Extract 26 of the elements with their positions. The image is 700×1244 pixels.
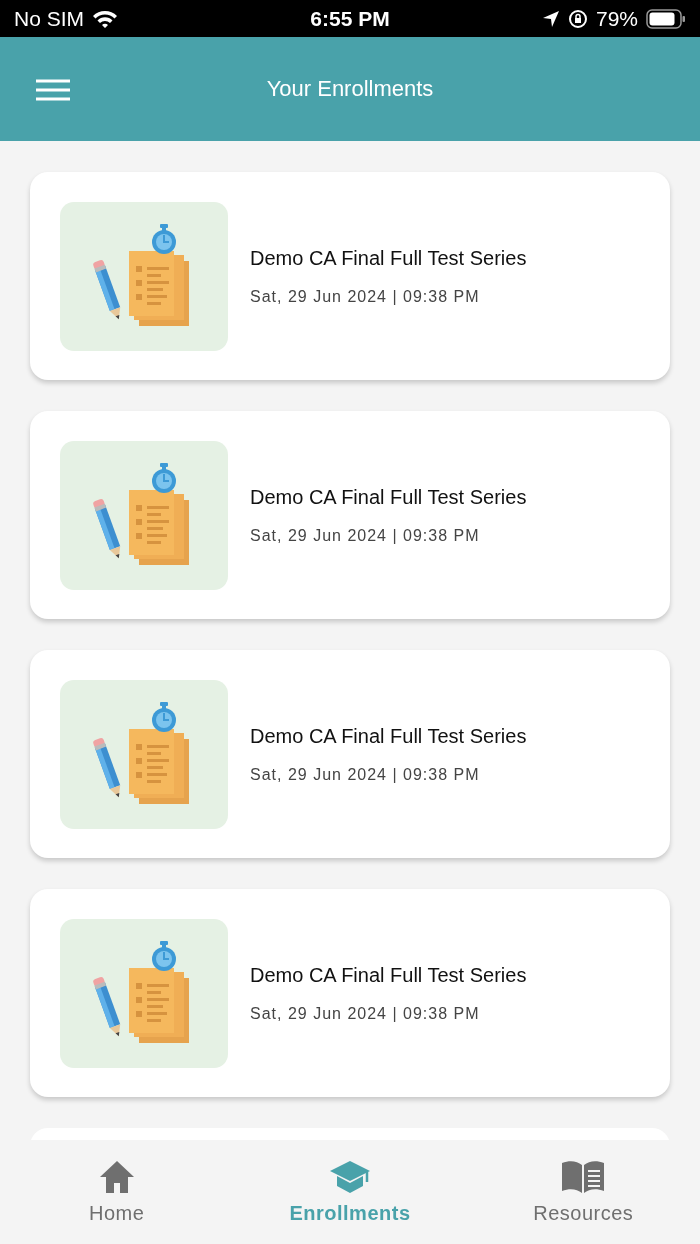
location-icon <box>541 9 560 28</box>
enrollment-card[interactable]: Demo CA Final Full Test Series Sat, 29 Jun 2024 | 09:38 PM <box>30 411 670 619</box>
tab-bar-item[interactable]: Resources <box>466 1140 700 1244</box>
home-icon <box>98 1159 135 1194</box>
battery-icon <box>646 8 686 29</box>
enrollment-date: Sat, 29 Jun 2024 | 09:38 PM <box>250 765 481 784</box>
page-title: Your Enrollments <box>266 76 434 102</box>
carrier-text: No SIM <box>14 6 84 31</box>
course-title: Demo CA Final Full Test Series <box>250 246 527 270</box>
battery-percent: 79% <box>595 6 638 31</box>
book-icon <box>561 1159 606 1194</box>
graduation-cap-icon <box>329 1159 371 1194</box>
tab-bar-item[interactable]: Home <box>0 1140 234 1244</box>
course-title: Demo CA Final Full Test Series <box>250 963 527 987</box>
course-title: Demo CA Final Full Test Series <box>250 724 527 748</box>
clock-text: 6:55 PM <box>310 6 390 31</box>
enrollment-card[interactable]: Demo CA Final Full Test Series Sat, 29 Jun 2024 | 09:38 PM <box>30 172 670 380</box>
rotation-lock-icon <box>567 8 588 29</box>
enrollment-card[interactable]: Demo CA Final Full Test Series Sat, 29 Jun 2024 | 09:38 PM <box>30 650 670 858</box>
enrollment-card[interactable]: Demo CA Final Full Test Series Sat, 29 Jun 2024 | 09:38 PM <box>30 889 670 1097</box>
enrollment-date: Sat, 29 Jun 2024 | 09:38 PM <box>250 1004 481 1023</box>
enrollment-date: Sat, 29 Jun 2024 | 09:38 PM <box>250 526 481 545</box>
course-title: Demo CA Final Full Test Series <box>250 485 527 509</box>
wifi-icon <box>92 8 118 29</box>
enrollment-date: Sat, 29 Jun 2024 | 09:38 PM <box>250 287 481 306</box>
menu-icon <box>36 79 70 101</box>
